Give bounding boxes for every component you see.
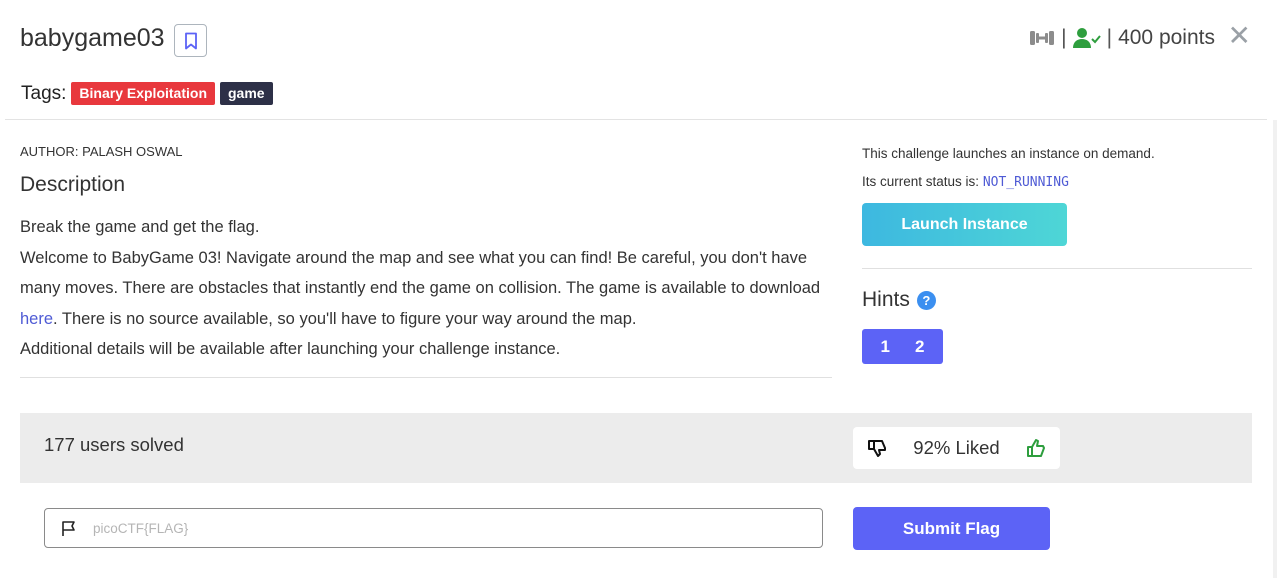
challenge-title: babygame03 bbox=[20, 24, 165, 52]
hints-title: Hints bbox=[862, 288, 910, 311]
instance-info: This challenge launches an instance on d… bbox=[862, 146, 1155, 161]
status-value: NOT_RUNNING bbox=[982, 175, 1069, 190]
header-divider bbox=[5, 119, 1267, 120]
flag-icon bbox=[62, 520, 75, 536]
like-box: 92% Liked bbox=[853, 427, 1060, 469]
description-divider bbox=[20, 377, 832, 378]
instance-status-line: Its current status is: NOT_RUNNING bbox=[862, 168, 1252, 197]
flag-input[interactable] bbox=[93, 520, 822, 536]
flag-input-container bbox=[44, 508, 823, 548]
close-icon[interactable]: ✕ bbox=[1228, 22, 1251, 50]
meta-separator: | bbox=[1106, 26, 1113, 49]
challenge-meta: | | 400 points bbox=[1029, 26, 1215, 50]
bookmark-icon bbox=[184, 32, 197, 49]
hint-button-group: 1 2 bbox=[862, 329, 943, 364]
scrollbar[interactable] bbox=[1273, 120, 1277, 578]
meta-separator: | bbox=[1061, 26, 1067, 49]
hint-button-1[interactable]: 1 bbox=[881, 337, 890, 357]
download-link[interactable]: here bbox=[20, 310, 53, 328]
tags-label: Tags: bbox=[21, 82, 67, 104]
status-prefix: Its current status is: bbox=[862, 174, 980, 189]
launch-instance-button[interactable]: Launch Instance bbox=[862, 203, 1067, 246]
tag-binary-exploitation[interactable]: Binary Exploitation bbox=[71, 82, 215, 105]
points-label: 400 points bbox=[1118, 26, 1215, 49]
dumbbell-icon bbox=[1030, 31, 1055, 45]
description-paragraph: Welcome to BabyGame 03! Navigate around … bbox=[20, 248, 821, 328]
description-line: Break the game and get the flag. bbox=[20, 218, 260, 236]
author-label: AUTHOR: PALASH OSWAL bbox=[20, 144, 183, 159]
liked-percentage: 92% Liked bbox=[913, 437, 1000, 458]
description-heading: Description bbox=[20, 173, 126, 196]
thumbs-up-icon[interactable] bbox=[1026, 438, 1046, 458]
hint-button-2[interactable]: 2 bbox=[915, 337, 924, 357]
instance-divider bbox=[862, 268, 1252, 269]
hints-heading: Hints ? bbox=[862, 288, 936, 312]
description-body: Break the game and get the flag. Welcome… bbox=[20, 212, 832, 365]
thumbs-down-icon[interactable] bbox=[867, 438, 887, 458]
challenge-header: babygame03 | | 400 points ✕ Tags: Binary… bbox=[0, 0, 1277, 120]
bookmark-button[interactable] bbox=[174, 24, 207, 57]
help-icon[interactable]: ? bbox=[916, 290, 936, 310]
tag-game[interactable]: game bbox=[220, 82, 273, 105]
submit-flag-button[interactable]: Submit Flag bbox=[853, 507, 1050, 550]
description-line: Additional details will be available aft… bbox=[20, 340, 561, 358]
stats-bar: 177 users solved 92% Liked bbox=[20, 413, 1252, 483]
user-check-icon bbox=[1072, 28, 1101, 48]
instance-panel: This challenge launches an instance on d… bbox=[862, 140, 1252, 246]
tags-row: Tags: Binary Exploitation game bbox=[21, 82, 273, 105]
description-panel: AUTHOR: PALASH OSWAL Description Break t… bbox=[20, 140, 832, 365]
solved-count: 177 users solved bbox=[44, 434, 184, 455]
